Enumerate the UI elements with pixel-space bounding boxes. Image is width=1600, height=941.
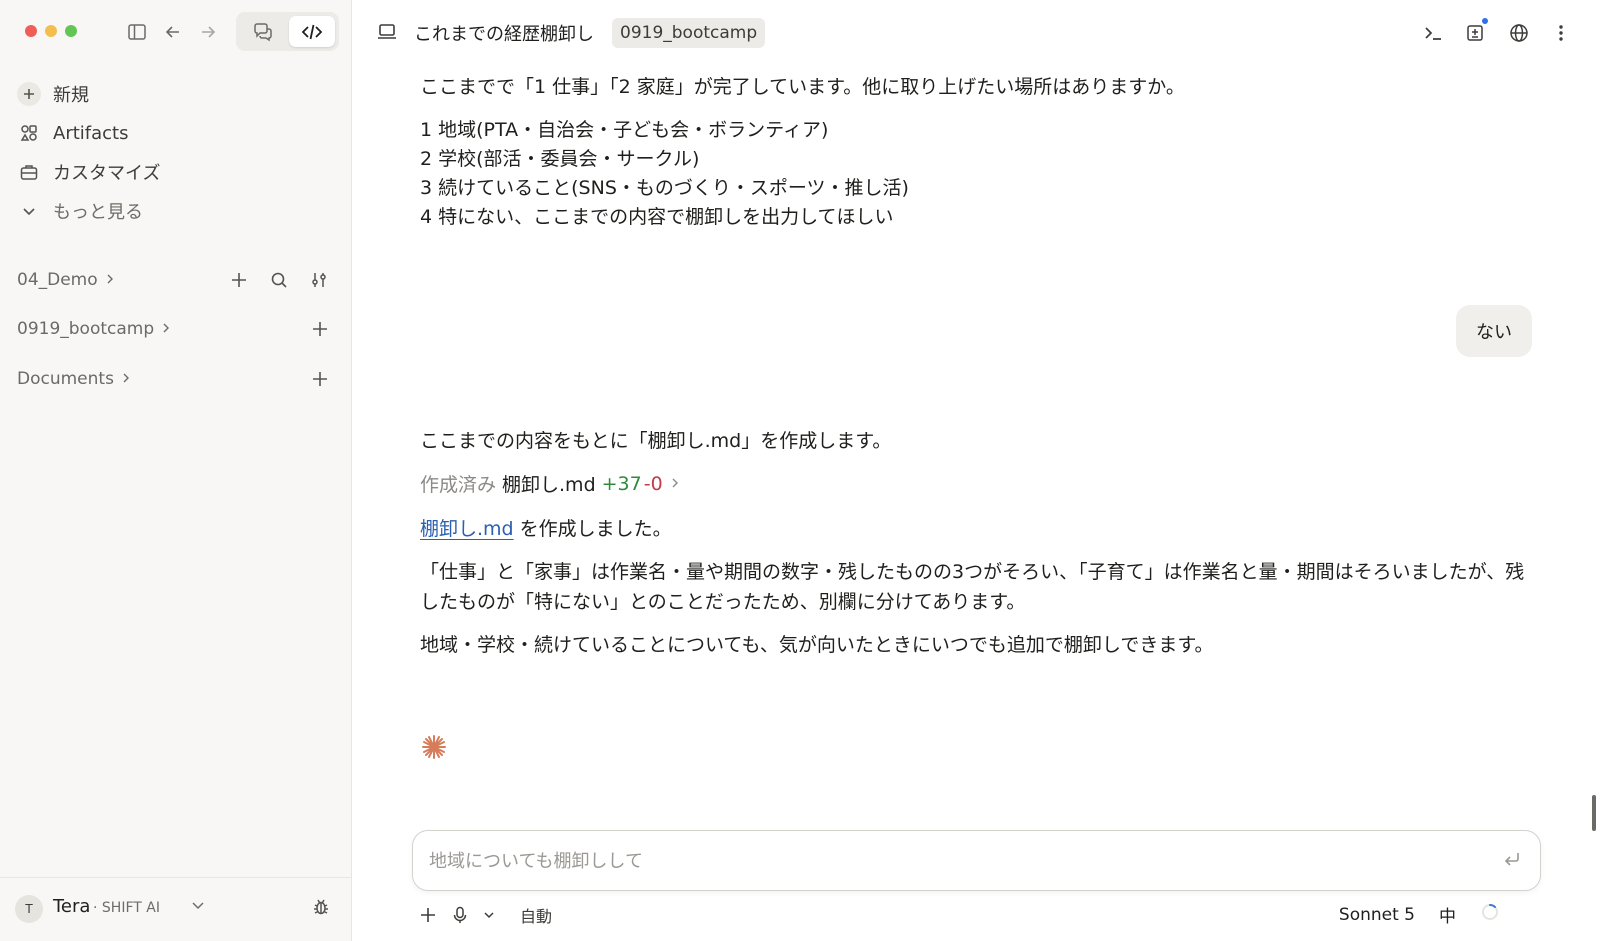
diff-icon[interactable] (1462, 18, 1488, 46)
thinking-spark-icon (420, 733, 448, 765)
chevron-right-icon (669, 474, 681, 493)
chevron-down-icon (17, 199, 41, 223)
briefcase-icon (17, 160, 41, 184)
user-name: Tera (53, 896, 91, 917)
laptop-icon (376, 21, 398, 47)
project-label: 0919_bootcamp (17, 319, 155, 339)
code-mode-icon[interactable] (289, 16, 335, 47)
project-actions (308, 317, 332, 341)
sidebar-item-label: 新規 (53, 85, 89, 106)
chat-mode-icon[interactable] (240, 16, 286, 47)
avatar: T (15, 895, 43, 923)
artifacts-icon (17, 121, 41, 145)
enter-icon[interactable] (1502, 849, 1522, 873)
project-actions (308, 367, 332, 391)
effort-selector[interactable]: 中 (1439, 902, 1456, 927)
created-suffix: を作成しました。 (513, 518, 672, 540)
assistant-message-intro: ここまでで「1 仕事」「2 家庭」が完了しています。他に取り上げたい場所はありま… (420, 76, 1185, 98)
model-selector[interactable]: Sonnet 5 (1339, 905, 1415, 925)
add-icon[interactable] (308, 367, 332, 391)
sidebar-item-label: Artifacts (53, 122, 129, 144)
list-item: 3 続けていること(SNS・ものづくり・スポーツ・推し活) (420, 177, 909, 199)
forward-arrow-icon[interactable] (195, 19, 221, 45)
options-list: 1 地域(PTA・自治会・子ども会・ボランティア) 2 学校(部活・委員会・サー… (420, 116, 909, 232)
project-actions (227, 268, 331, 292)
assistant-message-created: 棚卸し.md を作成しました。 (420, 514, 672, 544)
minimize-window-button[interactable] (45, 25, 57, 37)
scrollbar-thumb[interactable] (1592, 795, 1596, 831)
attach-plus-icon[interactable] (418, 905, 438, 925)
title-bar: これまでの経歴棚卸し 0919_bootcamp (352, 0, 1600, 66)
zoom-window-button[interactable] (65, 25, 77, 37)
user-account-bar[interactable]: T Tera · SHIFT AI (0, 877, 352, 941)
chevron-down-icon[interactable] (190, 897, 206, 917)
auto-mode-label[interactable]: 自動 (520, 903, 552, 927)
message-composer (412, 830, 1541, 891)
project-badge[interactable]: 0919_bootcamp (612, 18, 766, 48)
microphone-icon[interactable] (450, 905, 470, 925)
chevron-right-icon (120, 369, 132, 389)
add-icon[interactable] (227, 268, 251, 292)
add-icon[interactable] (308, 317, 332, 341)
lines-added: +37 (601, 472, 642, 495)
project-04-demo[interactable]: 04_Demo (17, 267, 116, 293)
filter-sliders-icon[interactable] (307, 268, 331, 292)
user-org: · SHIFT AI (93, 900, 160, 916)
assistant-paragraph: 地域・学校・続けていることについても、気が向いたときにいつでも追加で棚卸しできま… (420, 634, 1214, 656)
sidebar-item-label: カスタマイズ (53, 163, 161, 184)
window-controls (25, 25, 77, 37)
created-prefix: 作成済み (420, 474, 497, 496)
globe-icon[interactable] (1506, 20, 1532, 46)
assistant-paragraph: 「仕事」と「家事」は作業名・量や期間の数字・残したものの3つがそろい、「子育て」… (420, 561, 1525, 613)
chevron-right-icon (160, 319, 172, 339)
sidebar-item-more[interactable]: もっと見る (17, 196, 143, 226)
notification-dot (1482, 18, 1488, 24)
sidebar: 新規 Artifacts カスタマイズ もっと見る 04_Demo 0919_b… (0, 0, 352, 941)
back-arrow-icon[interactable] (160, 19, 186, 45)
chevron-down-icon[interactable] (482, 908, 496, 922)
project-0919-bootcamp[interactable]: 0919_bootcamp (17, 316, 172, 342)
search-icon[interactable] (267, 268, 291, 292)
message-input[interactable] (429, 845, 1459, 877)
bug-icon[interactable] (310, 896, 332, 922)
list-item: 1 地域(PTA・自治会・子ども会・ボランティア) (420, 119, 829, 141)
sidebar-toggle-icon[interactable] (124, 19, 150, 45)
conversation-title[interactable]: これまでの経歴棚卸し (414, 20, 594, 46)
loading-spinner-icon (1480, 902, 1500, 927)
plus-icon (17, 82, 41, 106)
assistant-message-create: ここまでの内容をもとに「棚卸し.md」を作成します。 (420, 430, 892, 452)
user-message: ない (1456, 305, 1532, 357)
sidebar-item-label: もっと見る (53, 202, 143, 223)
composer-toolbar: 自動 (418, 900, 552, 930)
sidebar-item-new[interactable]: 新規 (17, 79, 89, 109)
mode-toggle (236, 12, 339, 51)
sidebar-item-artifacts[interactable]: Artifacts (17, 118, 128, 148)
chevron-right-icon (104, 270, 116, 290)
terminal-icon[interactable] (1420, 20, 1446, 46)
list-item: 4 特にない、ここまでの内容で棚卸しを出力してほしい (420, 206, 894, 228)
created-file-name: 棚卸し.md (502, 474, 596, 496)
main-panel: これまでの経歴棚卸し 0919_bootcamp ここまでで「1 仕事」「2 家… (352, 0, 1600, 941)
lines-removed: -0 (643, 472, 663, 495)
project-label: 04_Demo (17, 270, 98, 290)
more-options-icon[interactable] (1548, 20, 1574, 46)
project-documents[interactable]: Documents (17, 366, 132, 392)
model-controls: Sonnet 5 中 (1339, 902, 1500, 927)
file-link[interactable]: 棚卸し.md (420, 518, 514, 540)
list-item: 2 学校(部活・委員会・サークル) (420, 148, 700, 170)
close-window-button[interactable] (25, 25, 37, 37)
sidebar-item-customize[interactable]: カスタマイズ (17, 157, 160, 187)
file-change-summary[interactable]: 作成済み 棚卸し.md +37 -0 (420, 470, 681, 497)
project-label: Documents (17, 369, 114, 389)
